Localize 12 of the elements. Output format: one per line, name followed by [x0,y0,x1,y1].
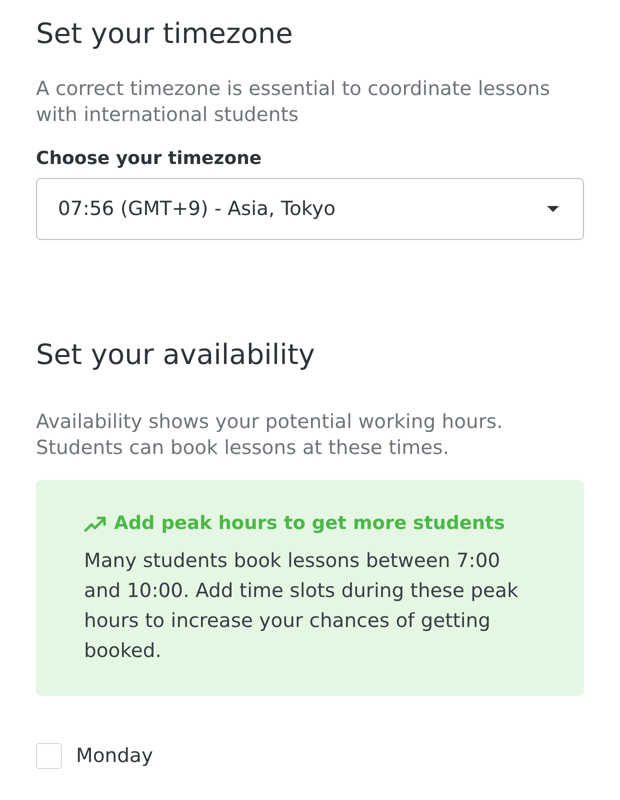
trending-up-icon [84,516,106,532]
checkbox[interactable] [36,743,62,769]
field-label: Choose your timezone [36,147,263,171]
section-description: Availability shows your potential working hours. Students can book lessons at these times. [36,409,504,461]
timezone-select[interactable]: 07:56 (GMT+9) - Asia, Tokyo [36,178,584,240]
caret-icon [547,206,559,212]
section-heading: Set your availability [36,337,316,373]
section-description: A correct timezone is essential to coordinate lessons with international students [36,76,552,128]
day-label[interactable]: Monday [76,743,153,769]
section-heading: Set your timezone [36,16,294,52]
tip-text: Many students book lessons between 7:00 and 10:00. Add time slots during these peak hours to increase your chances of getting booked. [84,548,520,664]
tip-title: Add peak hours to get more students [114,512,505,536]
